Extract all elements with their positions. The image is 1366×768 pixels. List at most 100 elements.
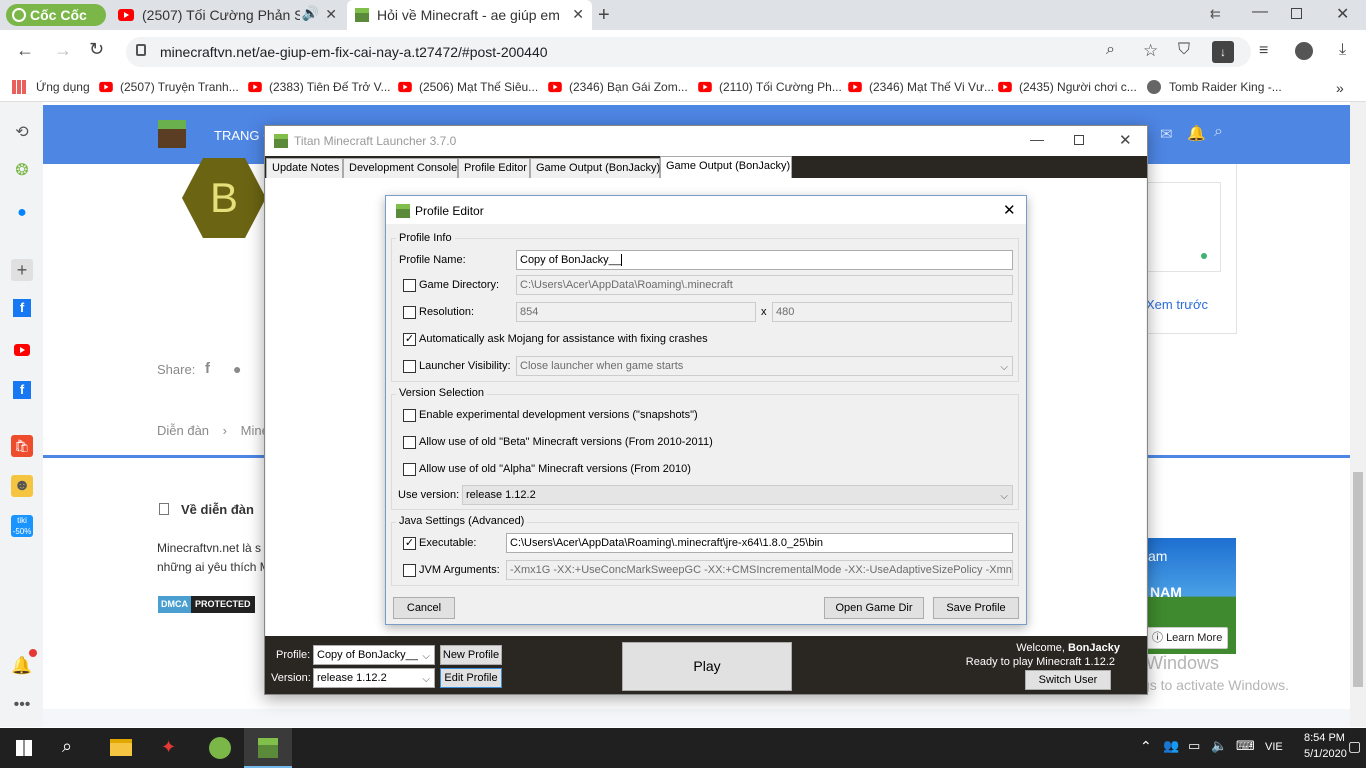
coccoc-logo[interactable]: Cốc Cốc	[6, 4, 106, 26]
snapshots-checkbox[interactable]	[403, 409, 416, 422]
maximize-icon[interactable]	[1074, 135, 1084, 145]
auto-ask-checkbox[interactable]: ✓	[403, 333, 416, 346]
network-icon[interactable]: ▭	[1188, 738, 1200, 754]
alpha-checkbox[interactable]	[403, 463, 416, 476]
switch-user-button[interactable]: Switch User	[1025, 670, 1111, 690]
play-button[interactable]: Play	[622, 642, 792, 691]
facebook-icon[interactable]: f	[13, 381, 31, 399]
profile-icon[interactable]	[1295, 42, 1313, 60]
executable-checkbox[interactable]: ✓	[403, 537, 416, 550]
bookmark-item[interactable]: (2506) Mạt Thế Siêu...	[397, 80, 538, 94]
minecraft-taskbar-icon[interactable]	[244, 728, 292, 768]
tab-game-output[interactable]: Game Output (BonJacky)	[530, 158, 660, 178]
bookmark-item[interactable]: (2383) Tiên Đế Trở V...	[247, 80, 390, 94]
profile-select[interactable]: Copy of BonJacky__ ⌵	[313, 645, 435, 665]
youtube-icon[interactable]	[11, 341, 33, 363]
bookmark-apps[interactable]: Ứng dụng	[12, 80, 90, 94]
bookmark-item[interactable]: (2110) Tối Cường Ph...	[697, 80, 842, 94]
garena-icon[interactable]: ✦	[161, 737, 176, 758]
facebook-icon[interactable]: f	[13, 299, 31, 317]
add-icon[interactable]: +	[11, 259, 33, 281]
playlist-icon[interactable]: ≡	[1259, 42, 1268, 60]
speaker-icon[interactable]: 🔊	[299, 5, 319, 22]
profile-name-input[interactable]: Copy of BonJacky__	[516, 250, 1013, 270]
windows-start-icon[interactable]	[16, 740, 32, 756]
page-scrollbar[interactable]	[1350, 102, 1366, 727]
more-bookmarks-icon[interactable]: »	[1336, 80, 1344, 96]
tab-update-notes[interactable]: Update Notes	[266, 158, 343, 178]
game-icon[interactable]: ☻	[11, 475, 33, 497]
address-bar[interactable]: minecraftvn.net/ae-giup-em-fix-cai-nay-a…	[126, 37, 1251, 67]
close-icon[interactable]: ✕	[1119, 131, 1132, 149]
avatar[interactable]: B	[182, 158, 266, 238]
tab-youtube[interactable]: (2507) Tối Cường Phản Sá 🔊 ✕	[110, 0, 345, 30]
tab-game-output-active[interactable]: Game Output (BonJacky)	[660, 156, 792, 178]
tab-minecraftvn[interactable]: Hỏi về Minecraft - ae giúp em ✕	[347, 0, 592, 30]
executable-input[interactable]: C:\Users\Acer\AppData\Roaming\.minecraft…	[506, 533, 1013, 553]
site-logo[interactable]	[158, 120, 186, 148]
notification-icon[interactable]: 🔔	[11, 655, 33, 677]
history-icon[interactable]: ⟲	[11, 122, 33, 144]
close-window-icon[interactable]: ✕	[1336, 4, 1349, 24]
tray-chevron-icon[interactable]: ⌃	[1140, 738, 1152, 755]
minecraft-extension-icon[interactable]: ⤓	[1339, 41, 1346, 59]
cancel-button[interactable]: Cancel	[393, 597, 455, 619]
clock-time[interactable]: 8:54 PM	[1304, 732, 1345, 744]
more-icon[interactable]: •••	[11, 694, 33, 716]
bookmark-item[interactable]: (2346) Bạn Gái Zom...	[547, 80, 688, 94]
edit-profile-button[interactable]: Edit Profile	[440, 668, 502, 688]
tiki-icon[interactable]: tiki -50%	[11, 515, 33, 537]
new-profile-button[interactable]: New Profile	[440, 645, 502, 665]
shield-icon[interactable]: ⛉	[1178, 41, 1190, 59]
zoom-icon[interactable]: ⌕	[1106, 41, 1115, 59]
reddit-share-icon[interactable]: ●	[233, 361, 241, 377]
game-directory-checkbox[interactable]	[403, 279, 416, 292]
save-profile-button[interactable]: Save Profile	[933, 597, 1019, 619]
download-icon[interactable]: ↓	[1212, 41, 1234, 63]
learn-more-button[interactable]: ⓘ Learn More	[1145, 627, 1228, 649]
file-explorer-icon[interactable]	[110, 739, 132, 756]
shopee-icon[interactable]: 🛍	[11, 435, 33, 457]
tab-development-console[interactable]: Development Console	[343, 158, 458, 178]
new-tab-icon[interactable]: +	[598, 4, 610, 27]
open-game-dir-button[interactable]: Open Game Dir	[824, 597, 924, 619]
version-select[interactable]: release 1.12.2 ⌵	[313, 668, 435, 688]
launcher-visibility-select[interactable]: Close launcher when game starts ⌵	[516, 356, 1013, 376]
minimize-icon[interactable]: —	[1252, 3, 1268, 21]
game-directory-input[interactable]: C:\Users\Acer\AppData\Roaming\.minecraft	[516, 275, 1013, 295]
keyboard-icon[interactable]: ⌨	[1236, 738, 1255, 754]
bookmark-item[interactable]: (2346) Mạt Thế Vi Vư...	[847, 80, 994, 94]
reload-icon[interactable]: ↻	[89, 39, 104, 60]
restore-tabs-icon[interactable]: ⇇	[1210, 6, 1221, 22]
jvm-arguments-input[interactable]: -Xmx1G -XX:+UseConcMarkSweepGC -XX:+CMSI…	[506, 560, 1013, 580]
facebook-share-icon[interactable]: f	[205, 360, 210, 377]
resolution-width-input[interactable]: 854	[516, 302, 756, 322]
maximize-icon[interactable]	[1291, 8, 1302, 19]
resolution-height-input[interactable]: 480	[772, 302, 1012, 322]
beta-checkbox[interactable]	[403, 436, 416, 449]
language-indicator[interactable]: VIE	[1265, 741, 1283, 753]
bell-icon[interactable]: 🔔	[1187, 124, 1206, 142]
launcher-visibility-checkbox[interactable]	[403, 360, 416, 373]
jvm-arguments-checkbox[interactable]	[403, 564, 416, 577]
back-icon[interactable]: ←	[16, 40, 34, 61]
resolution-checkbox[interactable]	[403, 306, 416, 319]
coccoc-icon[interactable]: ❂	[11, 160, 33, 182]
close-icon[interactable]: ✕	[325, 6, 337, 23]
preview-button[interactable]: Xem trước	[1146, 297, 1208, 312]
search-icon[interactable]: ⌕	[1214, 123, 1223, 141]
minimize-icon[interactable]: —	[1030, 131, 1044, 147]
people-icon[interactable]: 👥	[1163, 738, 1179, 754]
action-center-icon[interactable]: ▢	[1348, 738, 1361, 755]
breadcrumb-item[interactable]: Diễn đàn	[157, 423, 209, 438]
clock-date[interactable]: 5/1/2020	[1304, 748, 1347, 760]
search-icon[interactable]: ⌕	[62, 736, 72, 757]
tab-profile-editor[interactable]: Profile Editor	[458, 158, 530, 178]
bookmark-item[interactable]: (2435) Người chơi c...	[997, 80, 1137, 94]
bookmark-item[interactable]: (2507) Truyện Tranh...	[98, 80, 239, 94]
use-version-select[interactable]: release 1.12.2 ⌵	[462, 485, 1013, 505]
close-icon[interactable]: ✕	[568, 6, 584, 23]
scrollbar-thumb[interactable]	[1353, 472, 1363, 687]
bookmark-item[interactable]: Tomb Raider King -...	[1147, 80, 1282, 94]
dmca-badge[interactable]: DMCA PROTECTED	[158, 596, 262, 613]
